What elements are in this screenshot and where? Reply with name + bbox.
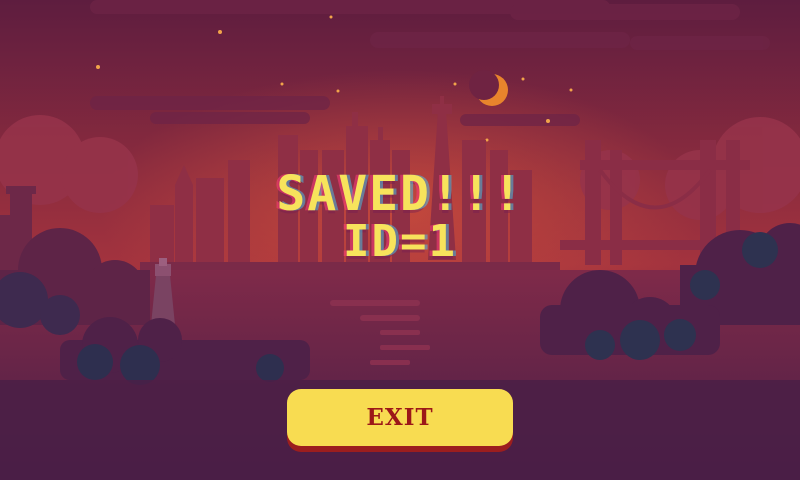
save-id-message: ID=1 — [343, 216, 457, 267]
game-screen: SAVED!!! ID=1 EXIT — [0, 0, 800, 480]
exit-button[interactable]: EXIT — [287, 389, 513, 446]
exit-button-label: EXIT — [366, 404, 434, 431]
saved-message: SAVED!!! — [276, 166, 524, 222]
